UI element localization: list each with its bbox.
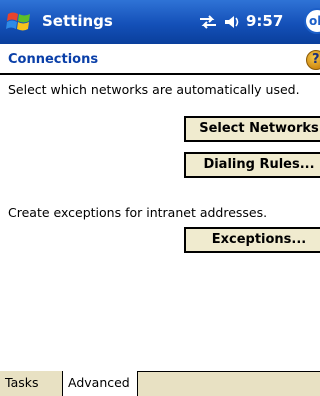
exceptions-description: Create exceptions for intranet addresses… xyxy=(8,205,268,220)
pocketpc-screen: Settings 9:57 ok Connections Select whic… xyxy=(0,0,320,396)
tab-advanced[interactable]: Advanced xyxy=(62,371,138,396)
header-divider xyxy=(0,73,320,75)
help-icon[interactable] xyxy=(306,50,320,70)
connectivity-arrows-icon[interactable] xyxy=(198,13,218,31)
windows-flag-icon[interactable] xyxy=(4,6,36,38)
select-networks-button[interactable]: Select Networks xyxy=(184,116,320,142)
tab-tasks[interactable]: Tasks xyxy=(0,371,62,396)
networks-description: Select which networks are automatically … xyxy=(8,82,300,97)
exceptions-button[interactable]: Exceptions... xyxy=(184,227,320,253)
title-bar: Settings 9:57 ok xyxy=(0,0,320,44)
window-title: Settings xyxy=(42,12,113,30)
clock[interactable]: 9:57 xyxy=(246,12,283,30)
speaker-icon[interactable] xyxy=(222,13,242,31)
dialing-rules-button[interactable]: Dialing Rules... xyxy=(184,152,320,178)
ok-button[interactable]: ok xyxy=(304,8,320,34)
page-title: Connections xyxy=(8,52,99,67)
